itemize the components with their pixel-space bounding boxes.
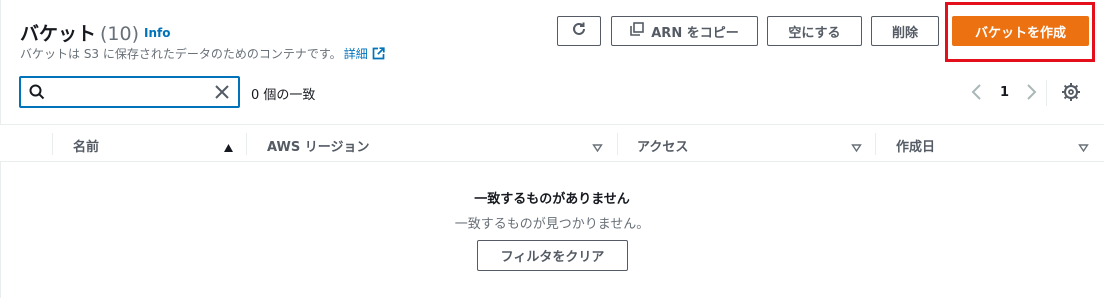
page-description: バケットは S3 に保存されたデータのためのコンテナです。 詳細 [20, 45, 385, 63]
column-header-name[interactable]: 名前 [73, 136, 99, 155]
match-count: 0 個の一致 [251, 88, 316, 103]
copy-arn-button[interactable]: ARN をコピー [611, 16, 758, 46]
empty-state-description: 一致するものが見つかりません。 [454, 217, 650, 232]
refresh-button[interactable] [557, 16, 601, 46]
external-link-icon[interactable] [372, 47, 385, 63]
page-title: バケット (10) [20, 19, 139, 46]
title-text: バケット [20, 23, 97, 45]
clear-filter-button[interactable]: フィルタをクリア [477, 240, 628, 271]
column-divider [875, 133, 876, 155]
sort-icon[interactable] [851, 138, 862, 157]
chevron-left-icon[interactable] [970, 82, 984, 106]
column-header-access[interactable]: アクセス [637, 136, 688, 155]
column-divider [246, 133, 247, 155]
empty-button[interactable]: 空にする [767, 16, 862, 46]
sort-icon[interactable] [592, 138, 603, 157]
column-header-region[interactable]: AWS リージョン [267, 136, 369, 155]
search-input[interactable] [19, 76, 240, 108]
search-icon [29, 84, 45, 104]
refresh-icon [571, 21, 587, 41]
details-link[interactable]: 詳細 [344, 47, 368, 61]
column-divider [617, 133, 618, 155]
column-header-created[interactable]: 作成日 [896, 136, 935, 155]
delete-button[interactable]: 削除 [871, 16, 939, 46]
info-link[interactable]: Info [144, 26, 170, 40]
empty-state-title: 一致するものがありません [474, 192, 630, 207]
chevron-right-icon[interactable] [1024, 82, 1038, 106]
sort-ascending-icon[interactable] [223, 138, 234, 157]
bucket-count: (10) [100, 23, 140, 45]
sort-icon[interactable] [1078, 138, 1089, 157]
column-divider [52, 133, 53, 155]
page-number[interactable]: 1 [1000, 85, 1009, 100]
highlight-box [945, 2, 1095, 62]
pagination-divider [1046, 80, 1047, 106]
copy-icon [630, 22, 645, 40]
gear-icon[interactable] [1061, 82, 1081, 106]
clear-icon[interactable] [214, 84, 230, 104]
description-text: バケットは S3 に保存されたデータのためのコンテナです。 [20, 47, 342, 61]
copy-arn-label: ARN をコピー [651, 25, 739, 41]
table-header: 名前 AWS リージョン アクセス 作成日 [0, 124, 1104, 162]
